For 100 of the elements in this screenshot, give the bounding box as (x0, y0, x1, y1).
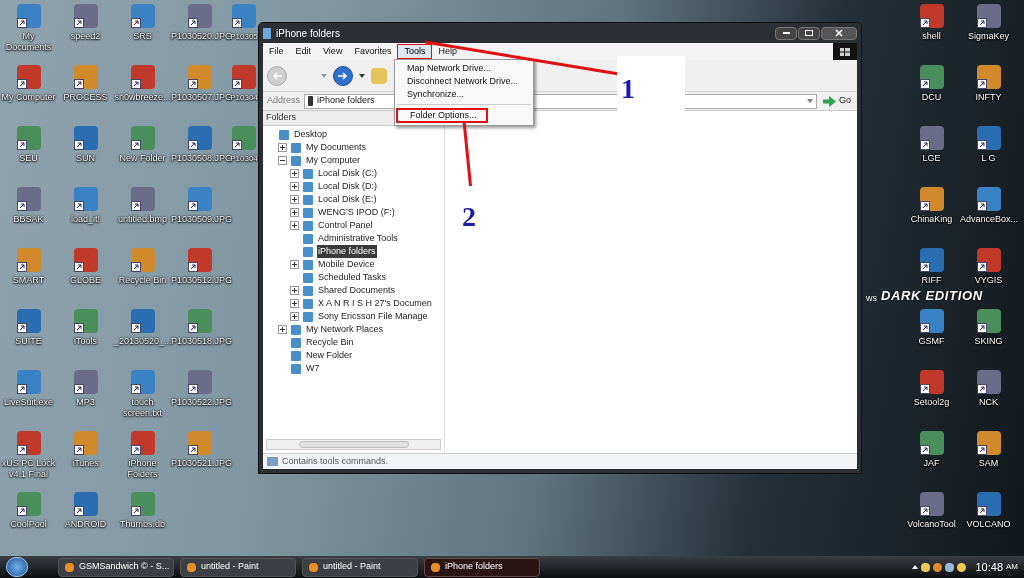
tree-item[interactable]: My Network Places (305, 322, 385, 337)
expander-box[interactable] (278, 156, 287, 165)
shortcut-icon[interactable] (187, 370, 212, 394)
expander-box[interactable] (290, 182, 299, 191)
shortcut-icon[interactable] (232, 126, 256, 150)
horizontal-scrollbar[interactable] (266, 439, 441, 450)
expander-box[interactable] (290, 299, 299, 308)
shortcut-icon[interactable] (16, 126, 41, 150)
menu-item[interactable]: Tools (397, 44, 433, 59)
shortcut-icon[interactable] (16, 248, 41, 272)
shortcut-icon[interactable] (187, 431, 212, 455)
shortcut-icon[interactable] (73, 65, 98, 89)
shortcut-icon[interactable] (130, 309, 155, 333)
shortcut-icon[interactable] (73, 4, 98, 28)
taskbar-button[interactable]: untitled - Paint (180, 557, 296, 577)
tree-item[interactable]: My Documents (305, 140, 368, 155)
tree-item[interactable]: Scheduled Tasks (317, 270, 387, 285)
tree-item[interactable]: Shared Documents (317, 283, 397, 298)
tree-item[interactable]: Control Panel (317, 218, 374, 233)
shortcut-icon[interactable] (130, 65, 155, 89)
menu-entry[interactable]: Folder Options... (396, 108, 488, 123)
shortcut-icon[interactable] (976, 4, 1001, 28)
desktop-icon-label[interactable]: SAM (960, 458, 1017, 469)
tree-item[interactable]: Administrative Tools (317, 231, 399, 246)
desktop-icon-label[interactable]: DCU (903, 92, 960, 103)
desktop-icon-label[interactable]: ChinaKing (903, 214, 960, 225)
desktop-icon-label[interactable]: AdvanceBox... (960, 214, 1017, 225)
tree-item[interactable]: WENG'S IPOD (F:) (317, 205, 396, 220)
shortcut-icon[interactable] (16, 187, 41, 211)
shortcut-icon[interactable] (73, 431, 98, 455)
taskbar-button[interactable]: GSMSandwich © - S... (58, 557, 174, 577)
expander-box[interactable] (290, 169, 299, 178)
shortcut-icon[interactable] (919, 248, 944, 272)
shortcut-icon[interactable] (919, 126, 944, 150)
menu-entry[interactable]: Map Network Drive... (395, 62, 533, 75)
shortcut-icon[interactable] (130, 126, 155, 150)
tree-item[interactable]: Sony Ericsson File Manage (317, 309, 429, 324)
shortcut-icon[interactable] (919, 492, 944, 516)
shortcut-icon[interactable] (919, 370, 944, 394)
shortcut-icon[interactable] (232, 65, 256, 89)
shortcut-icon[interactable] (976, 248, 1001, 272)
shortcut-icon[interactable] (16, 65, 41, 89)
shortcut-icon[interactable] (130, 187, 155, 211)
expander-box[interactable] (290, 286, 299, 295)
minimize-button[interactable] (775, 26, 797, 40)
shortcut-icon[interactable] (16, 4, 41, 28)
tree-item[interactable]: New Folder (305, 348, 353, 363)
menu-item[interactable]: Edit (289, 44, 318, 59)
menu-item[interactable]: Favorites (348, 44, 398, 59)
shortcut-icon[interactable] (130, 370, 155, 394)
shortcut-icon[interactable] (187, 248, 212, 272)
desktop-icon-label[interactable]: VYGIS (960, 275, 1017, 286)
shortcut-icon[interactable] (976, 126, 1001, 150)
tree-item[interactable]: iPhone folders (317, 244, 377, 259)
shortcut-icon[interactable] (130, 431, 155, 455)
shortcut-icon[interactable] (976, 309, 1001, 333)
expander-box[interactable] (278, 143, 287, 152)
shortcut-icon[interactable] (73, 248, 98, 272)
tree-item[interactable]: W7 (305, 361, 321, 376)
desktop-icon-label[interactable]: shell (903, 31, 960, 42)
tree-item[interactable]: Local Disk (C:) (317, 166, 378, 181)
shortcut-icon[interactable] (16, 309, 41, 333)
shortcut-icon[interactable] (187, 187, 212, 211)
tree-item[interactable]: Desktop (293, 127, 329, 142)
go-button[interactable]: Go (821, 94, 853, 108)
shortcut-icon[interactable] (187, 126, 212, 150)
shortcut-icon[interactable] (130, 248, 155, 272)
shortcut-icon[interactable] (976, 431, 1001, 455)
tree-item[interactable]: Recycle Bin (305, 335, 355, 350)
desktop-icon-label[interactable]: INFTY (960, 92, 1017, 103)
tree-item[interactable]: Local Disk (E:) (317, 192, 378, 207)
shortcut-icon[interactable] (130, 4, 155, 28)
shortcut-icon[interactable] (919, 309, 944, 333)
shortcut-icon[interactable] (976, 370, 1001, 394)
shortcut-icon[interactable] (73, 492, 98, 516)
tree-item[interactable]: My Computer (305, 153, 361, 168)
tree-item[interactable]: Local Disk (D:) (317, 179, 378, 194)
expander-box[interactable] (290, 195, 299, 204)
shortcut-icon[interactable] (976, 187, 1001, 211)
menu-item[interactable]: File (263, 44, 290, 59)
taskbar-button[interactable]: iPhone folders (424, 557, 540, 577)
shortcut-icon[interactable] (232, 4, 256, 28)
maximize-button[interactable] (798, 26, 820, 40)
shortcut-icon[interactable] (919, 431, 944, 455)
expander-box[interactable] (290, 208, 299, 217)
desktop-icon-label[interactable]: JAF (903, 458, 960, 469)
shortcut-icon[interactable] (919, 65, 944, 89)
shortcut-icon[interactable] (16, 431, 41, 455)
shortcut-icon[interactable] (976, 65, 1001, 89)
start-orb-icon[interactable] (6, 557, 28, 577)
expander-box[interactable] (278, 325, 287, 334)
tree-item[interactable]: Mobile Device (317, 257, 376, 272)
close-button[interactable] (821, 26, 857, 40)
shortcut-icon[interactable] (976, 492, 1001, 516)
desktop-icon-label[interactable]: GSMF (903, 336, 960, 347)
shortcut-icon[interactable] (919, 187, 944, 211)
desktop-icon-label[interactable]: VolcanoTool (903, 519, 960, 530)
expander-box[interactable] (290, 312, 299, 321)
desktop-icon-label[interactable]: LGE (903, 153, 960, 164)
expander-box[interactable] (290, 221, 299, 230)
